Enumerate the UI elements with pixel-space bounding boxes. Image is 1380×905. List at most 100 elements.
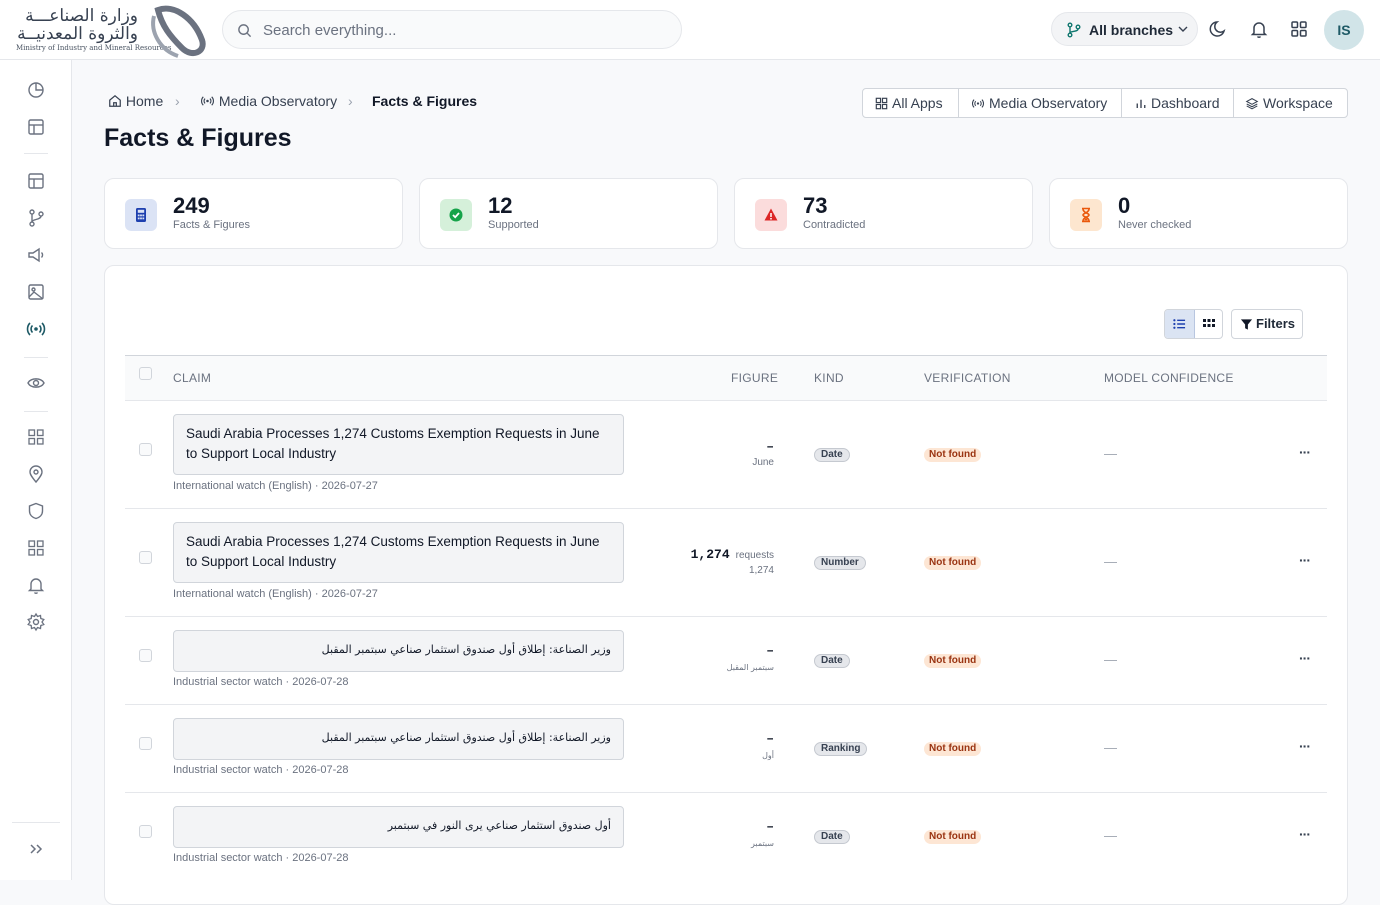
user-avatar[interactable]: IS — [1324, 10, 1364, 50]
column-kind[interactable]: KIND — [814, 371, 844, 385]
figure-unit: requests — [735, 550, 774, 561]
breadcrumb-home[interactable]: Home — [108, 93, 163, 109]
verification-badge: Not found — [924, 448, 982, 462]
claim-meta: Industrial sector watch · 2026-07-28 — [173, 764, 349, 776]
claim-text[interactable]: Saudi Arabia Processes 1,274 Customs Exe… — [173, 522, 624, 583]
chevron-down-icon — [1178, 26, 1188, 32]
breadcrumb-separator: › — [348, 93, 353, 109]
verification-badge: Not found — [924, 830, 982, 844]
bell-icon[interactable] — [1249, 19, 1269, 39]
model-confidence: — — [1104, 740, 1117, 755]
verification-badge: Not found — [924, 556, 982, 570]
column-model-confidence[interactable]: MODEL CONFIDENCE — [1104, 371, 1234, 385]
layout-icon[interactable] — [26, 171, 46, 191]
search-icon — [238, 24, 252, 38]
claim-text[interactable]: وزير الصناعة: إطلاق أول صندوق استثمار صن… — [173, 630, 624, 672]
table-row[interactable]: Saudi Arabia Processes 1,274 Customs Exe… — [125, 401, 1327, 509]
figure-raw: أول — [762, 751, 774, 760]
ministry-logo[interactable]: وزارة الصناعـــة والثروة المعدنيــة Mini… — [14, 2, 210, 58]
claim-meta: Industrial sector watch · 2026-07-28 — [173, 676, 349, 688]
stat-card-total[interactable]: 249 Facts & Figures — [104, 178, 403, 249]
figure-raw: June — [752, 457, 774, 468]
map-pin-icon[interactable] — [26, 464, 46, 484]
broadcast-icon[interactable] — [26, 319, 46, 339]
claim-meta: International watch (English) · 2026-07-… — [173, 480, 378, 492]
claim-text-value: أول صندوق استثمار صناعي يرى النور في سبت… — [387, 819, 611, 832]
row-actions-button[interactable]: ··· — [1299, 826, 1311, 842]
table-row[interactable]: أول صندوق استثمار صناعي يرى النور في سبت… — [125, 793, 1327, 881]
claim-text-value: وزير الصناعة: إطلاق أول صندوق استثمار صن… — [321, 643, 611, 656]
kind-badge: Date — [814, 448, 850, 462]
stat-card-supported[interactable]: 12 Supported — [419, 178, 718, 249]
row-checkbox[interactable] — [139, 737, 152, 750]
column-claim[interactable]: CLAIM — [173, 371, 211, 385]
filters-label: Filters — [1256, 316, 1296, 331]
stat-card-never-checked[interactable]: 0 Never checked — [1049, 178, 1348, 249]
stat-card-contradicted[interactable]: 73 Contradicted — [734, 178, 1033, 249]
gear-icon[interactable] — [26, 612, 46, 632]
breadcrumb-section-label: Media Observatory — [218, 93, 338, 109]
broadcast-icon — [201, 96, 214, 106]
bar-chart-icon — [1136, 99, 1146, 108]
moon-icon[interactable] — [1209, 19, 1229, 39]
bell-icon[interactable] — [26, 575, 46, 595]
figure-raw: 1,274 — [748, 565, 774, 576]
layout-icon[interactable] — [26, 117, 46, 137]
row-actions-button[interactable]: ··· — [1299, 650, 1311, 666]
stat-label: Facts & Figures — [173, 219, 251, 231]
sidebar-divider — [12, 822, 60, 823]
figure-value: – — [766, 643, 774, 658]
sidebar-divider — [24, 153, 48, 154]
figure-value: – — [766, 439, 774, 454]
table-row[interactable]: Saudi Arabia Processes 1,274 Customs Exe… — [125, 509, 1327, 617]
row-checkbox[interactable] — [139, 825, 152, 838]
claim-text[interactable]: Saudi Arabia Processes 1,274 Customs Exe… — [173, 414, 624, 475]
breadcrumb-current: Facts & Figures — [372, 93, 478, 109]
claim-text[interactable]: أول صندوق استثمار صناعي يرى النور في سبت… — [173, 806, 624, 848]
workspace-button[interactable]: Workspace — [1234, 89, 1347, 117]
dashboard-button[interactable]: Dashboard — [1122, 89, 1234, 117]
table-row[interactable]: وزير الصناعة: إطلاق أول صندوق استثمار صن… — [125, 617, 1327, 705]
megaphone-icon[interactable] — [26, 245, 46, 265]
breadcrumb-home-label: Home — [125, 93, 164, 109]
row-actions-button[interactable]: ··· — [1299, 444, 1311, 460]
grid-icon[interactable] — [26, 427, 46, 447]
media-observatory-button[interactable]: Media Observatory — [959, 89, 1122, 117]
list-view-button[interactable] — [1165, 310, 1195, 338]
sidebar-divider — [24, 357, 48, 358]
row-actions-button[interactable]: ··· — [1299, 738, 1311, 754]
branch-selector[interactable]: All branches — [1051, 12, 1198, 46]
shield-icon[interactable] — [26, 501, 46, 521]
row-checkbox[interactable] — [139, 443, 152, 456]
grid-icon[interactable] — [26, 538, 46, 558]
chevrons-right-icon[interactable] — [26, 839, 46, 859]
branch-selector-label: All branches — [1089, 22, 1174, 38]
pie-chart-icon[interactable] — [26, 80, 46, 100]
table-row[interactable]: وزير الصناعة: إطلاق أول صندوق استثمار صن… — [125, 705, 1327, 793]
row-actions-button[interactable]: ··· — [1299, 552, 1311, 568]
claim-meta: International watch (English) · 2026-07-… — [173, 588, 378, 600]
select-all-checkbox[interactable] — [139, 367, 152, 380]
column-verification[interactable]: VERIFICATION — [924, 371, 1011, 385]
verification-badge: Not found — [924, 742, 982, 756]
grid-view-button[interactable] — [1195, 310, 1223, 338]
search-input[interactable] — [263, 20, 663, 40]
image-icon[interactable] — [26, 282, 46, 302]
column-figure[interactable]: FIGURE — [731, 371, 778, 385]
global-search[interactable] — [222, 10, 682, 49]
claim-text[interactable]: وزير الصناعة: إطلاق أول صندوق استثمار صن… — [173, 718, 624, 760]
figure-raw: سبتمبر — [751, 839, 774, 848]
check-circle-icon — [440, 199, 472, 231]
layers-icon — [1245, 98, 1259, 110]
figure-value: – — [766, 731, 774, 746]
filter-icon — [1240, 319, 1253, 330]
apps-grid-icon[interactable] — [1289, 19, 1309, 39]
row-checkbox[interactable] — [139, 551, 152, 564]
eye-icon[interactable] — [26, 373, 46, 393]
table-header: CLAIM FIGURE KIND VERIFICATION MODEL CON… — [125, 355, 1327, 401]
filters-button[interactable]: Filters — [1231, 309, 1303, 339]
git-branch-icon[interactable] — [26, 208, 46, 228]
breadcrumb-section[interactable]: Media Observatory — [200, 93, 337, 109]
all-apps-button[interactable]: All Apps — [863, 89, 959, 117]
row-checkbox[interactable] — [139, 649, 152, 662]
